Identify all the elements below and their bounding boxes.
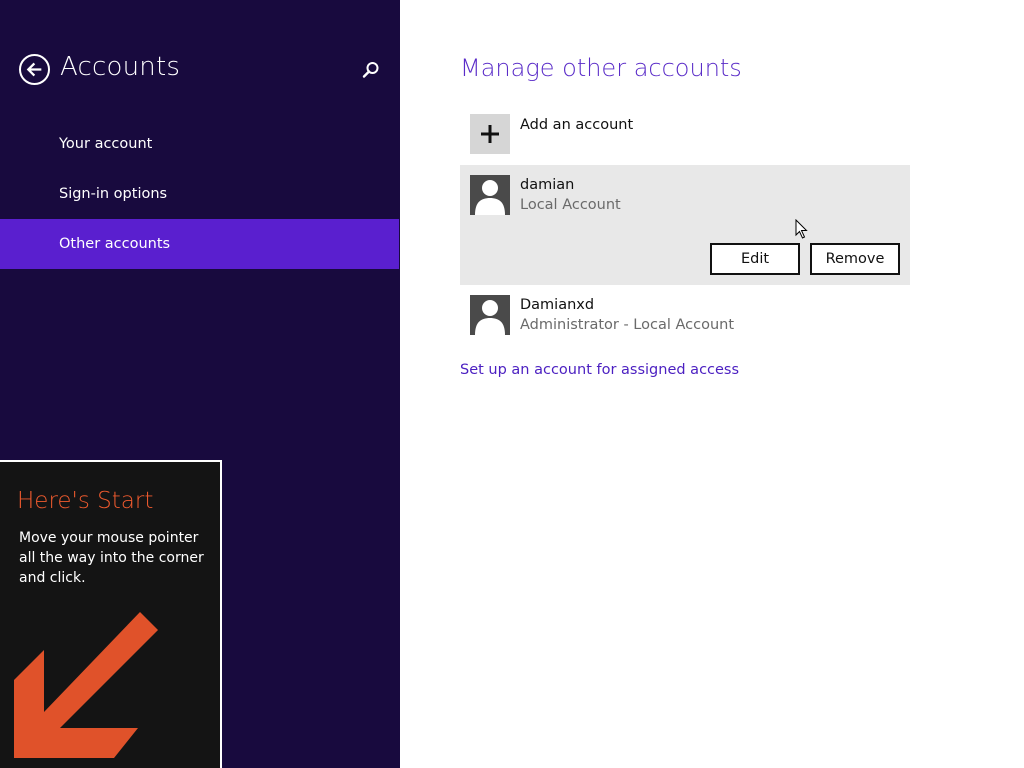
back-button[interactable] xyxy=(19,54,50,85)
nav-item-your-account[interactable]: Your account xyxy=(0,119,399,169)
add-account-button[interactable]: Add an account xyxy=(460,108,910,160)
start-tip-callout: Here's Start Move your mouse pointer all… xyxy=(0,460,222,768)
account-name: damian xyxy=(520,177,575,193)
nav-item-label: Your account xyxy=(59,136,153,152)
nav-item-label: Sign-in options xyxy=(59,186,168,202)
back-arrow-icon xyxy=(26,62,42,77)
pc-settings-window: Accounts Your account Sign-in options Ot… xyxy=(0,0,1024,768)
remove-button[interactable]: Remove xyxy=(810,243,900,275)
plus-icon xyxy=(470,114,510,154)
account-type: Local Account xyxy=(520,197,621,213)
edit-button[interactable]: Edit xyxy=(710,243,800,275)
mouse-pointer-icon xyxy=(795,219,808,239)
user-avatar-icon xyxy=(470,295,510,335)
left-pane: Accounts Your account Sign-in options Ot… xyxy=(0,0,400,768)
account-type: Administrator - Local Account xyxy=(520,317,735,333)
start-tip-title: Here's Start xyxy=(17,488,154,514)
account-item-damian[interactable]: damian Local Account Edit Remove xyxy=(460,165,910,285)
search-icon[interactable] xyxy=(361,60,381,80)
account-name: Damianxd xyxy=(520,297,595,313)
user-avatar-icon xyxy=(470,175,510,215)
nav-item-other-accounts[interactable]: Other accounts xyxy=(0,219,399,269)
pane-title: Accounts xyxy=(60,52,181,82)
start-tip-body: Move your mouse pointer all the way into… xyxy=(19,530,204,586)
nav-item-sign-in-options[interactable]: Sign-in options xyxy=(0,169,399,219)
assigned-access-link[interactable]: Set up an account for assigned access xyxy=(460,362,739,378)
nav-item-label: Other accounts xyxy=(59,236,171,252)
page-title: Manage other accounts xyxy=(460,54,742,82)
add-account-label: Add an account xyxy=(520,117,634,133)
corner-arrow-icon xyxy=(14,612,158,758)
account-item-damianxd[interactable]: Damianxd Administrator - Local Account xyxy=(460,285,910,343)
